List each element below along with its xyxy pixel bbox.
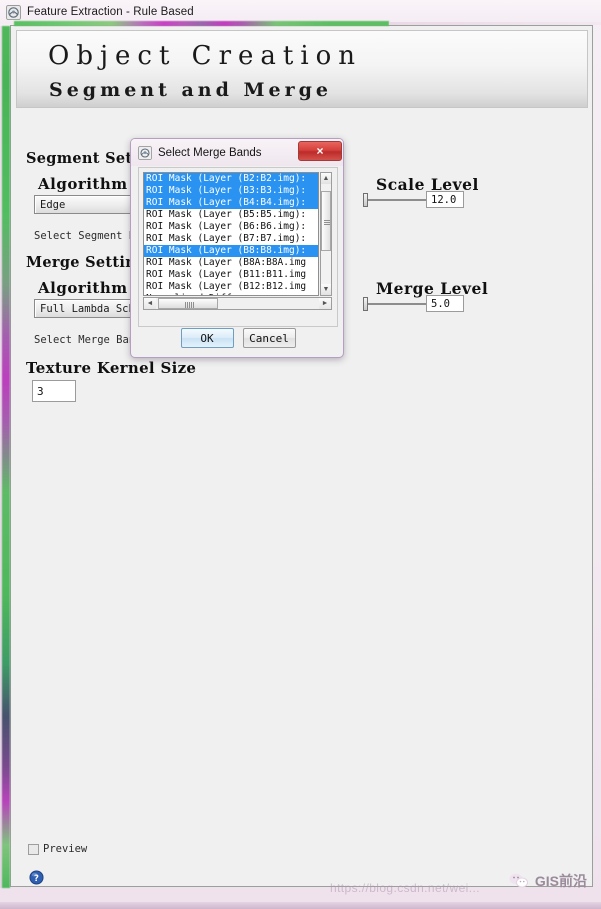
help-icon[interactable]: ? (29, 870, 44, 885)
scale-level-value[interactable]: 12.0 (426, 191, 464, 208)
decorative-left-stripe (2, 26, 10, 888)
list-item[interactable]: ROI Mask (Layer (B4:B4.img): (144, 197, 318, 209)
ok-button[interactable]: OK (180, 328, 234, 348)
watermark-url: https://blog.csdn.net/wei... (330, 881, 480, 895)
list-item[interactable]: ROI Mask (Layer (B8A:B8A.img (144, 257, 318, 269)
vertical-scroll-thumb[interactable] (321, 191, 331, 251)
hscroll-grip-icon (185, 302, 194, 308)
merge-level-slider-thumb[interactable] (363, 297, 368, 311)
scroll-left-icon[interactable]: ◄ (144, 298, 156, 309)
preview-checkbox[interactable] (28, 843, 39, 855)
list-item[interactable]: ROI Mask (Layer (B12:B12.img (144, 281, 318, 293)
footer-area: Preview ? (16, 838, 588, 885)
scroll-up-icon[interactable]: ▲ (321, 173, 331, 184)
horizontal-scrollbar[interactable]: ◄ ► (143, 297, 332, 310)
dialog-icon (138, 145, 152, 160)
close-icon[interactable]: × (298, 141, 342, 161)
vertical-scrollbar[interactable]: ▲ ▼ (320, 172, 332, 296)
scroll-down-icon[interactable]: ▼ (321, 284, 331, 295)
banner-subtitle: Segment and Merge (49, 79, 333, 101)
decorative-gradient-band-right (389, 22, 601, 25)
scroll-right-icon[interactable]: ► (319, 298, 331, 309)
segment-algorithm-heading: Algorithm (38, 175, 128, 193)
banner-title: Object Creation (48, 41, 363, 71)
list-item[interactable]: ROI Mask (Layer (B6:B6.img): (144, 221, 318, 233)
merge-algorithm-heading: Algorithm (38, 279, 128, 297)
wechat-icon (509, 873, 528, 888)
preview-label: Preview (43, 843, 88, 855)
list-item[interactable]: ROI Mask (Layer (B11:B11.img (144, 269, 318, 281)
decorative-gradient-band (14, 21, 389, 26)
list-item[interactable]: ROI Mask (Layer (B8:B8.img): (144, 245, 318, 257)
list-item[interactable]: ROI Mask (Layer (B3:B3.img): (144, 185, 318, 197)
preview-checkbox-row[interactable]: Preview (28, 843, 87, 855)
svg-text:?: ? (34, 873, 39, 883)
list-item[interactable]: ROI Mask (Layer (B2:B2.img): (144, 173, 318, 185)
select-merge-bands-dialog: Select Merge Bands × ROI Mask (Layer (B2… (130, 138, 344, 358)
horizontal-scroll-thumb[interactable] (158, 298, 218, 309)
dialog-title: Select Merge Bands (158, 146, 262, 159)
segment-algorithm-value: Edge (40, 198, 66, 211)
application-window: Feature Extraction - Rule Based Object C… (0, 0, 601, 909)
app-icon (6, 4, 21, 20)
scroll-grip-icon (324, 220, 330, 225)
cancel-button[interactable]: Cancel (242, 328, 296, 348)
dialog-titlebar[interactable]: Select Merge Bands × (131, 139, 343, 166)
list-item[interactable]: ROI Mask (Layer (B5:B5.img): (144, 209, 318, 221)
bottom-edge-bar (0, 902, 601, 909)
list-item[interactable]: ROI Mask (Layer (B7:B7.img): (144, 233, 318, 245)
band-list[interactable]: ROI Mask (Layer (B2:B2.img): ROI Mask (La… (143, 172, 319, 296)
scale-level-slider-thumb[interactable] (363, 193, 368, 207)
texture-kernel-label: Texture Kernel Size (26, 359, 197, 377)
watermark-brand: GIS前沿 (508, 871, 587, 891)
watermark-brand-text: GIS前沿 (534, 873, 587, 889)
page-banner: Object Creation Segment and Merge (16, 30, 588, 108)
window-title: Feature Extraction - Rule Based (27, 6, 194, 18)
dialog-buttons: OK Cancel (138, 328, 338, 351)
texture-kernel-input[interactable]: 3 (32, 380, 76, 402)
list-item[interactable]: Normalized Difference (144, 293, 318, 295)
dialog-body: ROI Mask (Layer (B2:B2.img): ROI Mask (La… (138, 167, 338, 327)
merge-level-value[interactable]: 5.0 (426, 295, 464, 312)
